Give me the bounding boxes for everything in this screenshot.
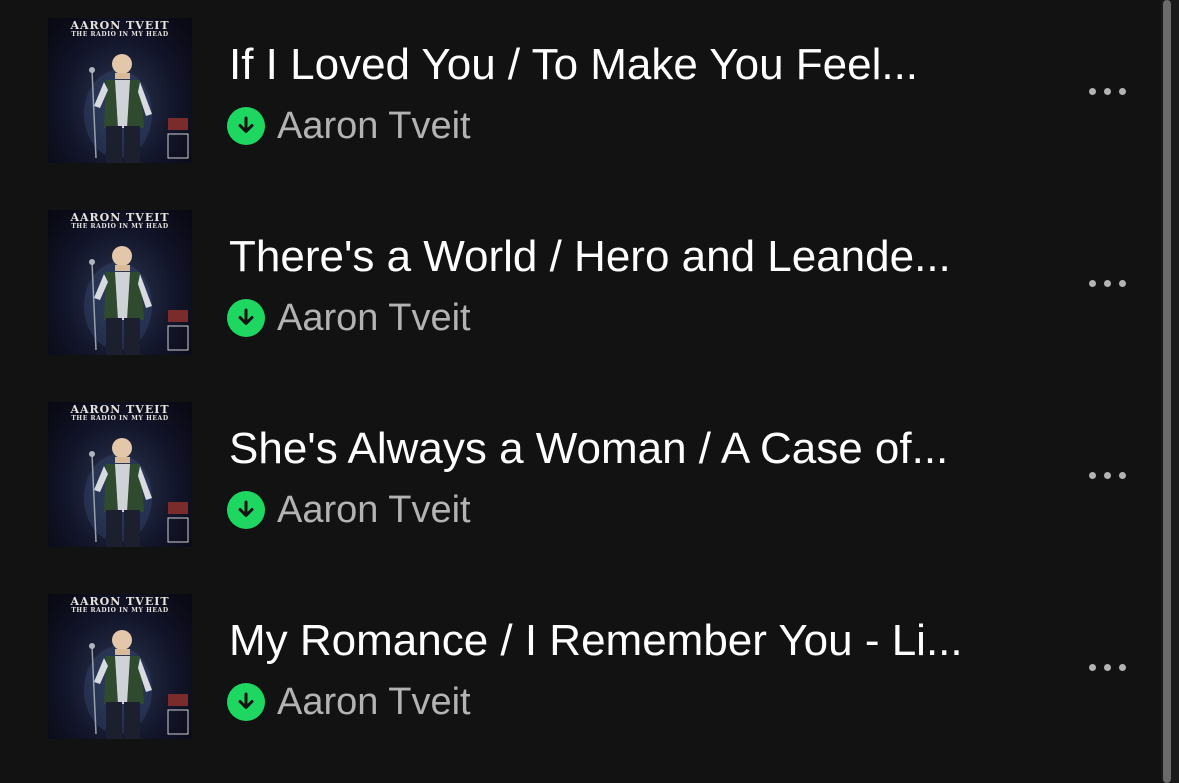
album-art: AARON TVEIT THE RADIO IN MY HEAD	[48, 402, 192, 547]
track-artist[interactable]: Aaron Tveit	[277, 680, 471, 724]
more-options-button[interactable]	[1078, 460, 1136, 490]
album-cover-image	[84, 54, 189, 163]
more-options-icon-dot	[1118, 87, 1126, 95]
download-complete-icon	[227, 683, 265, 721]
album-art: AARON TVEIT THE RADIO IN MY HEAD	[48, 210, 192, 355]
track-row[interactable]: AARON TVEIT THE RADIO IN MY HEAD There's…	[0, 210, 1160, 356]
album-cover-image	[84, 438, 189, 547]
track-meta: Aaron Tveit	[227, 296, 471, 340]
more-options-button[interactable]	[1078, 652, 1136, 682]
track-title: If I Loved You / To Make You Feel...	[229, 40, 919, 89]
more-options-icon-dot	[1118, 471, 1126, 479]
album-art-album-text: THE RADIO IN MY HEAD	[71, 607, 169, 614]
more-options-icon	[1088, 663, 1096, 671]
album-cover-image	[84, 246, 189, 355]
track-title: My Romance / I Remember You - Li...	[229, 616, 963, 665]
album-art-album-text: THE RADIO IN MY HEAD	[71, 31, 169, 38]
album-art-album-text: THE RADIO IN MY HEAD	[71, 415, 169, 422]
more-options-icon-dot	[1103, 663, 1111, 671]
track-row[interactable]: AARON TVEIT THE RADIO IN MY HEAD She's A…	[0, 402, 1160, 548]
track-row[interactable]: AARON TVEIT THE RADIO IN MY HEAD If I Lo…	[0, 18, 1160, 164]
more-options-icon-dot	[1118, 663, 1126, 671]
album-art: AARON TVEIT THE RADIO IN MY HEAD	[48, 18, 192, 163]
more-options-icon-dot	[1118, 279, 1126, 287]
more-options-icon-dot	[1103, 279, 1111, 287]
more-options-icon	[1088, 279, 1096, 287]
download-complete-icon	[227, 107, 265, 145]
album-art: AARON TVEIT THE RADIO IN MY HEAD	[48, 594, 192, 739]
album-art-album-text: THE RADIO IN MY HEAD	[71, 223, 169, 230]
more-options-icon	[1088, 471, 1096, 479]
track-artist[interactable]: Aaron Tveit	[277, 296, 471, 340]
track-title: She's Always a Woman / A Case of...	[229, 424, 949, 473]
track-artist[interactable]: Aaron Tveit	[277, 104, 471, 148]
download-complete-icon	[227, 491, 265, 529]
more-options-icon	[1088, 87, 1096, 95]
track-artist[interactable]: Aaron Tveit	[277, 488, 471, 532]
track-title: There's a World / Hero and Leande...	[229, 232, 951, 281]
track-row[interactable]: AARON TVEIT THE RADIO IN MY HEAD My Roma…	[0, 594, 1160, 740]
scrollbar-thumb[interactable]	[1163, 0, 1171, 783]
track-meta: Aaron Tveit	[227, 488, 471, 532]
download-complete-icon	[227, 299, 265, 337]
more-options-icon-dot	[1103, 471, 1111, 479]
track-list: AARON TVEIT THE RADIO IN MY HEAD If I Lo…	[0, 0, 1179, 783]
more-options-icon-dot	[1103, 87, 1111, 95]
more-options-button[interactable]	[1078, 268, 1136, 298]
more-options-button[interactable]	[1078, 76, 1136, 106]
track-meta: Aaron Tveit	[227, 104, 471, 148]
scrollbar[interactable]	[1161, 0, 1179, 783]
track-meta: Aaron Tveit	[227, 680, 471, 724]
album-cover-image	[84, 630, 189, 739]
